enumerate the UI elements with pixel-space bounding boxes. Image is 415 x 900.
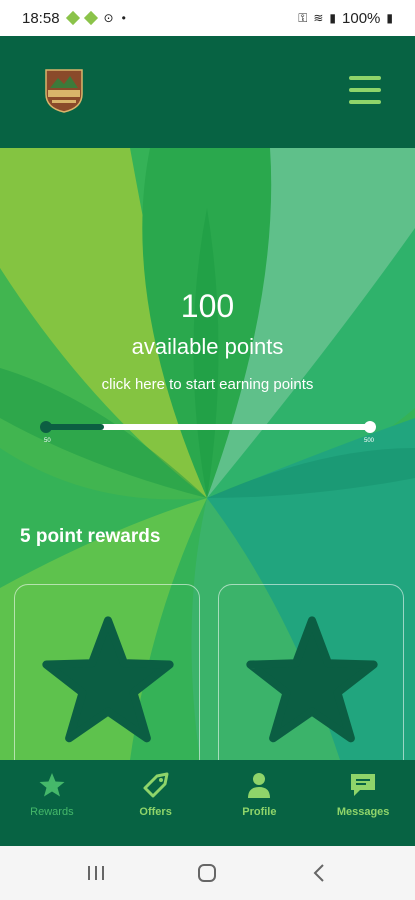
app-header <box>0 36 415 148</box>
key-icon: ⚿ <box>298 10 308 25</box>
star-icon <box>246 616 378 743</box>
nav-label-profile: Profile <box>242 806 277 818</box>
battery-icon: ▮ <box>386 11 393 25</box>
tag-icon <box>143 772 169 798</box>
progress-min-label: 50 <box>44 438 51 444</box>
status-time: 18:58 <box>22 9 60 27</box>
nav-item-offers[interactable]: Offers <box>104 760 208 846</box>
star-icon <box>42 616 174 743</box>
status-bar: 18:58 ⊙ • ⚿ ≋ ▮ 100% ▮ <box>0 0 415 36</box>
points-progress-bar <box>40 421 376 433</box>
dot-icon: • <box>121 11 126 25</box>
signal-icon: ▮ <box>329 11 337 25</box>
system-navigation <box>0 846 415 900</box>
progress-max-label: 500 <box>364 438 375 444</box>
rewards-section-title: 5 point rewards <box>20 526 161 547</box>
home-icon <box>198 864 217 882</box>
back-button[interactable] <box>299 858 339 888</box>
battery-percentage: 100% <box>342 9 381 27</box>
hamburger-menu-icon[interactable] <box>349 76 381 104</box>
recent-apps-button[interactable] <box>76 858 116 888</box>
status-right: ⚿ ≋ ▮ 100% ▮ <box>298 10 393 27</box>
progress-start-knob <box>40 421 52 433</box>
nav-item-messages[interactable]: Messages <box>311 760 415 846</box>
nav-label-rewards: Rewards <box>30 806 74 818</box>
status-left: 18:58 ⊙ • <box>22 10 126 27</box>
nav-item-rewards[interactable]: Rewards <box>0 760 104 846</box>
happy-camper-logo[interactable] <box>42 64 86 114</box>
recent-apps-icon <box>87 866 104 880</box>
app-notification-icon <box>65 10 80 26</box>
reward-card[interactable] <box>14 584 200 760</box>
nav-item-profile[interactable]: Profile <box>208 760 312 846</box>
start-earning-link[interactable]: click here to start earning points <box>0 376 415 393</box>
bottom-navigation: Rewards Offers Profile Messages <box>0 760 415 846</box>
points-value: 100 <box>180 288 235 324</box>
nav-label-messages: Messages <box>336 806 390 818</box>
clock-icon: ⊙ <box>103 11 114 25</box>
rewards-content[interactable]: 100 available points click here to start… <box>0 148 415 760</box>
chat-icon <box>351 774 376 796</box>
nav-label-offers: Offers <box>139 806 172 818</box>
star-icon <box>39 773 65 797</box>
progress-fill <box>46 424 105 430</box>
app-notification-icon <box>83 10 98 26</box>
progress-end-knob <box>364 421 376 433</box>
home-button[interactable] <box>187 858 227 888</box>
points-label: available points <box>131 334 284 359</box>
person-icon <box>248 773 271 798</box>
reward-card[interactable] <box>218 584 404 760</box>
back-icon <box>313 864 324 882</box>
wifi-icon: ≋ <box>313 11 324 25</box>
